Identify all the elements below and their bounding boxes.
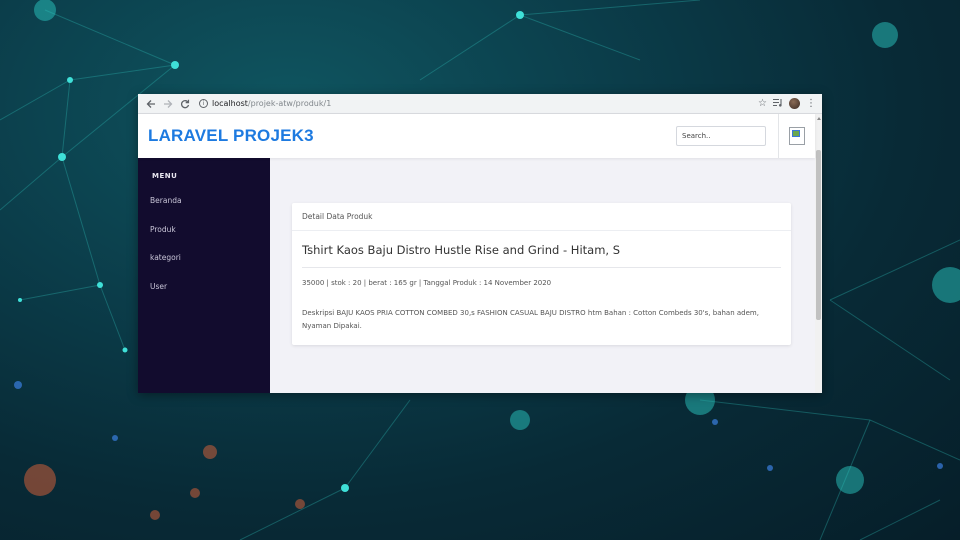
brand-logo[interactable]: LARAVEL PROJEK3 — [148, 126, 314, 146]
page-scrollbar[interactable] — [815, 114, 822, 393]
browser-toolbar: i localhost/projek-atw/produk/1 ☆ ⋮ — [138, 94, 822, 114]
card-body: Tshirt Kaos Baju Distro Hustle Rise and … — [292, 231, 791, 333]
sidebar-item-beranda[interactable]: Beranda — [138, 196, 270, 225]
profile-image-icon[interactable] — [789, 127, 805, 145]
sidebar-item-produk[interactable]: Produk — [138, 225, 270, 254]
scroll-up-icon[interactable] — [817, 117, 821, 120]
card-header: Detail Data Produk — [292, 203, 791, 231]
avatar[interactable] — [789, 98, 800, 109]
url-host: localhost — [212, 99, 248, 108]
playlist-icon[interactable] — [773, 98, 783, 110]
main-content: Detail Data Produk Tshirt Kaos Baju Dist… — [270, 158, 815, 393]
header-divider — [778, 114, 779, 158]
app-header: LARAVEL PROJEK3 — [138, 114, 815, 158]
forward-arrow-icon[interactable] — [161, 97, 175, 111]
product-description: Deskripsi BAJU KAOS PRIA COTTON COMBED 3… — [302, 309, 759, 330]
url-path: /projek-atw/produk/1 — [247, 99, 332, 108]
search-input[interactable] — [676, 126, 766, 146]
app-body: MENU Beranda Produk kategori User Detail… — [138, 158, 822, 393]
address-bar[interactable]: i localhost/projek-atw/produk/1 — [199, 96, 758, 112]
sidebar-item-kategori[interactable]: kategori — [138, 253, 270, 282]
kebab-menu-icon[interactable]: ⋮ — [806, 98, 816, 109]
header-right — [676, 114, 805, 158]
product-title: Tshirt Kaos Baju Distro Hustle Rise and … — [302, 243, 781, 268]
back-arrow-icon[interactable] — [144, 97, 158, 111]
star-icon[interactable]: ☆ — [758, 98, 767, 109]
info-icon[interactable]: i — [199, 99, 208, 108]
menu-title: MENU — [152, 172, 178, 180]
browser-window: i localhost/projek-atw/produk/1 ☆ ⋮ LARA… — [138, 94, 822, 393]
browser-actions: ☆ ⋮ — [758, 98, 816, 110]
sidebar-item-user[interactable]: User — [138, 282, 270, 311]
product-detail-card: Detail Data Produk Tshirt Kaos Baju Dist… — [292, 203, 791, 345]
scroll-thumb[interactable] — [816, 150, 821, 320]
reload-icon[interactable] — [178, 97, 192, 111]
product-meta: 35000 | stok : 20 | berat : 165 gr | Tan… — [302, 279, 552, 287]
sidebar: MENU Beranda Produk kategori User — [138, 158, 270, 393]
